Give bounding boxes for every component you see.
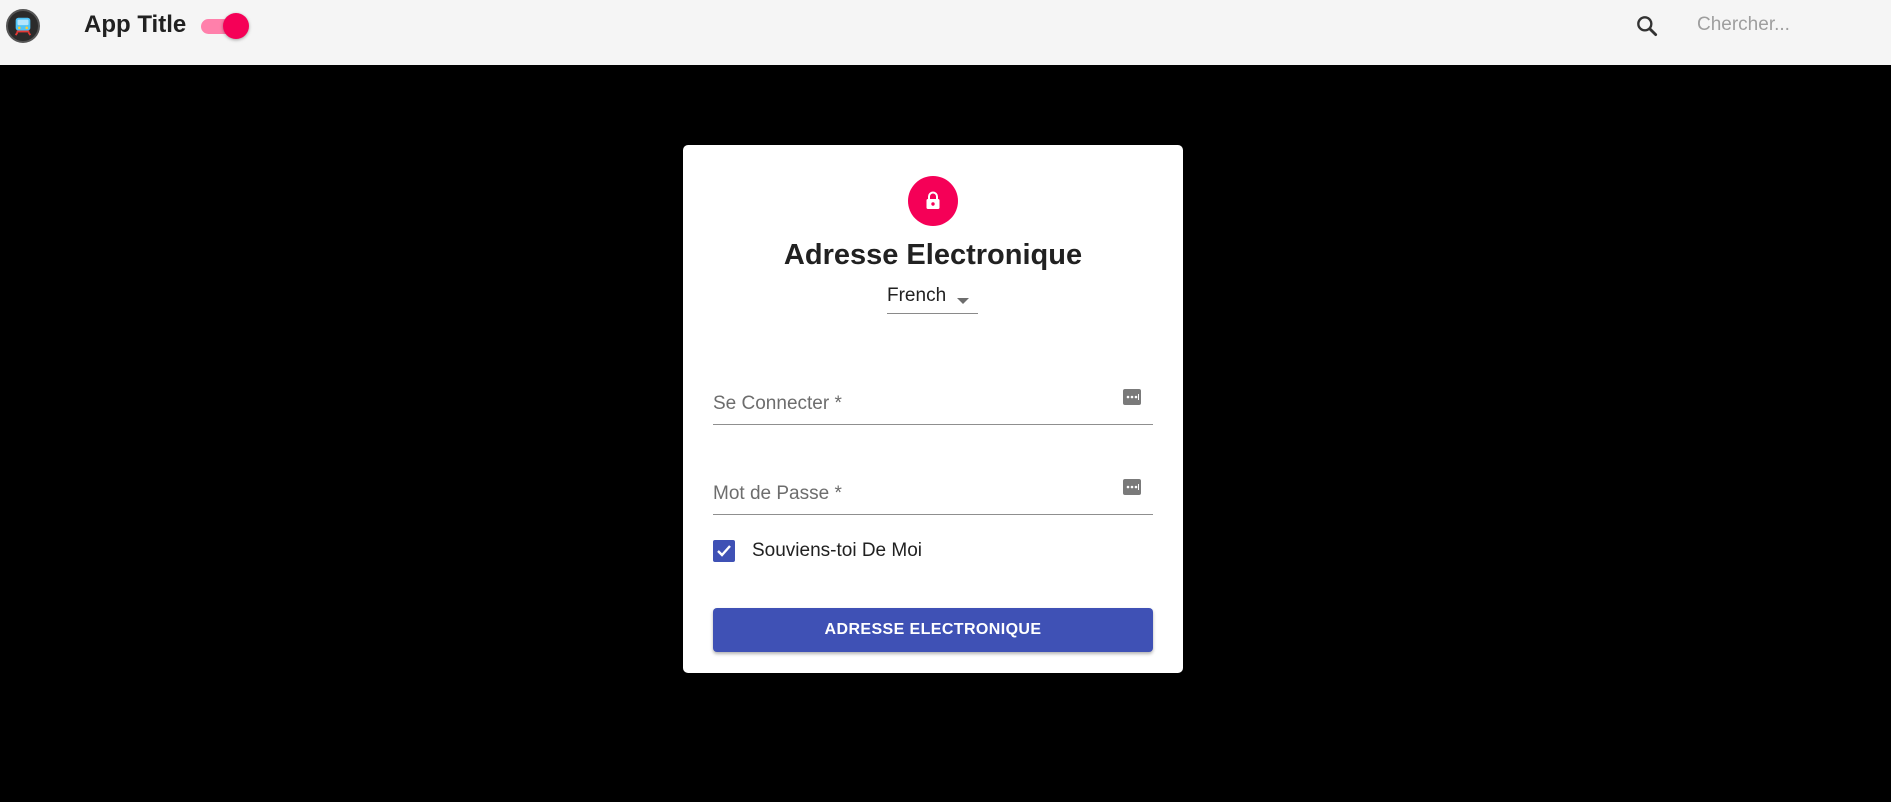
login-input[interactable] <box>713 387 1113 424</box>
app-title: App Title <box>84 11 187 38</box>
dark-mode-toggle[interactable] <box>199 13 249 39</box>
password-dots-icon[interactable] <box>1122 478 1142 501</box>
search-icon[interactable] <box>1630 11 1664 41</box>
password-field: Mot de Passe * <box>713 477 1153 515</box>
remember-me-label: Souviens-toi De Moi <box>752 540 923 561</box>
toggle-thumb <box>223 13 249 39</box>
submit-button[interactable]: ADRESSE ELECTRONIQUE <box>713 608 1153 652</box>
password-input[interactable] <box>713 477 1113 514</box>
lock-icon <box>908 176 958 226</box>
login-title: Adresse Electronique <box>783 239 1083 271</box>
remember-me[interactable]: Souviens-toi De Moi <box>713 538 922 564</box>
language-select[interactable]: French <box>887 282 978 314</box>
password-dots-icon[interactable] <box>1122 388 1142 411</box>
search-input[interactable] <box>1697 12 1877 38</box>
login-field: Se Connecter * <box>713 387 1153 425</box>
language-selected-value: French <box>887 285 947 306</box>
arrow-drop-down-icon <box>956 292 970 310</box>
remember-me-checkbox[interactable] <box>713 540 735 562</box>
subway-icon[interactable] <box>6 9 40 43</box>
app-bar: App Title <box>0 0 1891 65</box>
login-card: Adresse Electronique French Se Connecter… <box>683 145 1183 673</box>
